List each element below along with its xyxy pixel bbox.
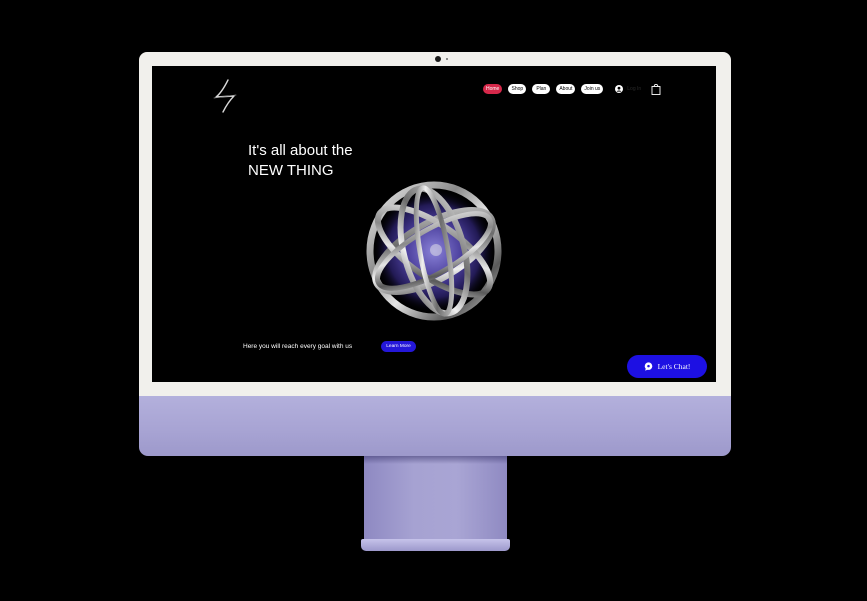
stand-shadow [364,456,507,464]
user-icon[interactable] [615,85,624,93]
chrome-sphere-image [366,181,502,321]
hero-title-line-1: It's all about the [248,142,353,159]
learn-more-button[interactable]: Learn More [381,341,416,352]
nav-plan[interactable]: Plan [532,84,551,94]
camera-icon [435,56,441,62]
shopping-bag-icon[interactable] [651,83,661,95]
nav-about[interactable]: About [556,84,576,94]
camera-sensor [446,58,448,60]
website-screen: Home Shop Plan About Join us Log In It's… [152,66,716,382]
monitor-chin [139,396,731,456]
login-link[interactable]: Log In [627,86,641,92]
chat-bubble-icon [644,362,652,371]
lightning-bolt-logo-icon[interactable] [210,78,240,114]
nav-home[interactable]: Home [483,84,503,94]
lets-chat-button[interactable]: Let's Chat! [627,355,707,378]
nav-join-us[interactable]: Join us [581,84,604,94]
hero-title: It's all about the NEW THING [248,141,468,181]
nav-shop[interactable]: Shop [508,84,527,94]
main-navigation: Home Shop Plan About Join us Log In [483,83,661,95]
tagline-text: Here you will reach every goal with us [243,343,353,350]
monitor-base [361,539,510,551]
monitor-stand [364,456,507,541]
lets-chat-label: Let's Chat! [657,362,691,371]
